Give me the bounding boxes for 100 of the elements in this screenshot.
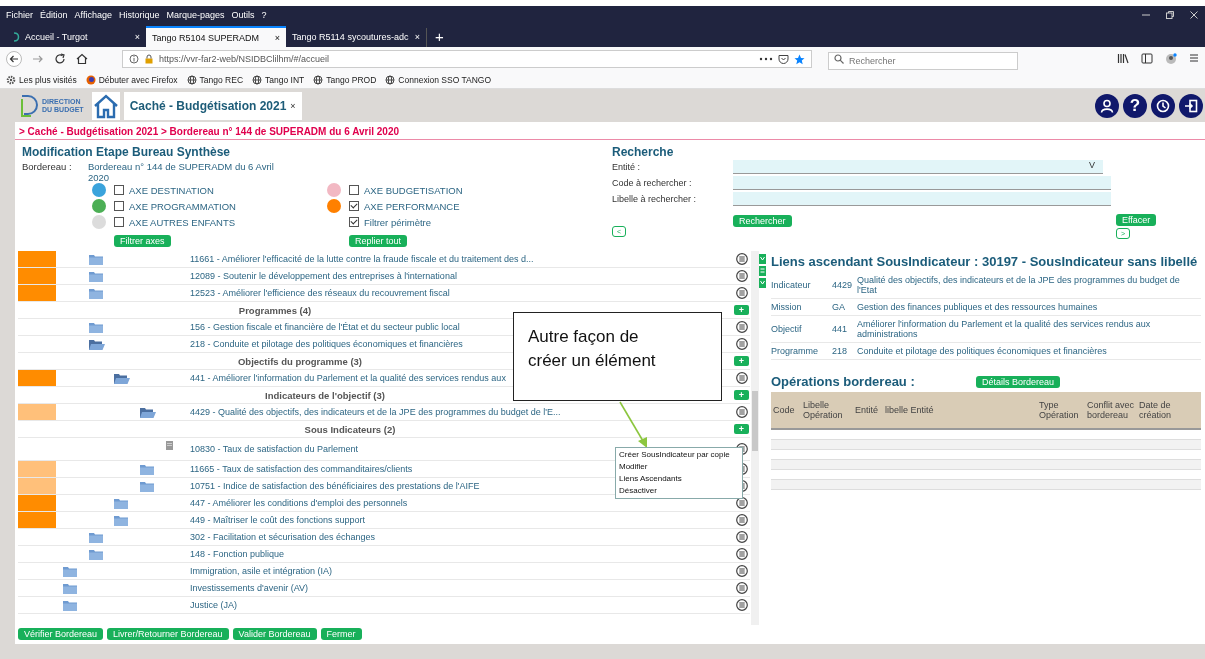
user-button[interactable] <box>1095 93 1119 118</box>
scrollbar[interactable] <box>751 251 759 625</box>
folder-icon[interactable] <box>113 371 131 385</box>
menu-item[interactable]: Historique <box>118 10 160 20</box>
menu-item[interactable]: Créer SousIndicateur par copie <box>619 449 739 461</box>
folder-icon[interactable] <box>138 405 157 419</box>
reload-icon[interactable] <box>54 53 66 65</box>
menu-item[interactable]: Marque-pages <box>166 10 225 20</box>
tree-item[interactable]: 12089 - Soutenir le développement des entreprises à l'international <box>190 271 734 281</box>
browser-tab[interactable]: Tango R5104 SUPERADM × <box>146 26 286 47</box>
menu-icon[interactable] <box>736 338 748 350</box>
folder-icon[interactable] <box>138 479 155 493</box>
menu-icon[interactable] <box>736 599 748 611</box>
table-cell-text: Objectif <box>771 324 803 334</box>
bookmark-link[interactable]: Débuter avec Firefox <box>85 74 178 85</box>
tree-item[interactable]: 12523 - Améliorer l'efficience des réseaux du recouvrement fiscal <box>190 288 734 298</box>
axis-checkbox[interactable]: Filtrer périmètre <box>349 216 432 228</box>
select-field[interactable]: V <box>733 160 1103 174</box>
menu-item[interactable]: Outils <box>231 10 255 20</box>
folder-icon[interactable] <box>87 337 106 351</box>
tab-close[interactable]: × <box>290 100 296 111</box>
close-icon[interactable] <box>1189 10 1199 20</box>
folder-icon[interactable] <box>87 530 104 544</box>
folder-icon[interactable] <box>62 564 78 578</box>
back-icon[interactable] <box>6 51 22 67</box>
menu-icon[interactable] <box>736 406 748 418</box>
tree-item[interactable]: 4429 - Qualité des objectifs, des indicateurs et de la JPE des programmes du budget de l'E... <box>190 407 734 417</box>
folder-icon[interactable] <box>87 286 104 300</box>
sidebar-icon[interactable] <box>1141 53 1153 64</box>
menu-item[interactable]: Fichier <box>6 10 33 20</box>
browser-tab[interactable]: Tango R5114 sycoutures-adc × <box>286 26 426 47</box>
restore-icon[interactable] <box>1165 10 1175 20</box>
search-field[interactable]: Rechercher <box>828 52 1018 70</box>
folder-icon[interactable] <box>87 547 104 561</box>
table-cell-text: 4429 <box>832 280 854 290</box>
bookmark-link[interactable]: Tango REC <box>186 74 243 85</box>
tree-item[interactable]: Investissements d'avenir (AV) <box>190 583 734 593</box>
menu-item[interactable]: Modifier <box>619 461 739 473</box>
forward-icon[interactable] <box>32 53 44 65</box>
menu-icon[interactable] <box>736 565 748 577</box>
folder-icon[interactable] <box>62 598 78 612</box>
menu-icon[interactable] <box>736 582 748 594</box>
panel-toggle-icon[interactable] <box>759 254 766 290</box>
pocket-icon[interactable] <box>778 54 789 64</box>
axis-checkbox[interactable]: AXE AUTRES ENFANTS <box>114 216 236 228</box>
folder-icon[interactable] <box>113 513 129 527</box>
menu-icon[interactable] <box>736 253 748 265</box>
browser-tab[interactable]: Accueil - Turgot × <box>6 26 146 47</box>
url-text: https://vvr-far2-web/NSIDBClilhm/#/accueil <box>159 54 331 64</box>
field-label: Libelle à rechercher : <box>612 194 698 204</box>
tab-close[interactable]: × <box>274 32 280 43</box>
tree-item[interactable]: 302 - Facilitation et sécurisation des échanges <box>190 532 734 542</box>
account-icon[interactable] <box>1165 53 1177 65</box>
history-button[interactable] <box>1151 93 1175 118</box>
bookmark-link[interactable]: Connexion SSO TANGO <box>385 74 492 85</box>
menu-icon[interactable] <box>736 372 748 384</box>
menu-item[interactable]: Désactiver <box>619 485 739 497</box>
folder-icon[interactable] <box>138 462 155 476</box>
axis-checkbox[interactable]: AXE DESTINATION <box>114 184 214 196</box>
tree-item[interactable]: 449 - Maîtriser le coût des fonctions support <box>190 515 734 525</box>
tab-close[interactable]: × <box>134 31 140 42</box>
menu-icon[interactable] <box>736 514 748 526</box>
tree-item[interactable]: Justice (JA) <box>190 600 734 610</box>
menu-item[interactable]: Affichage <box>74 10 112 20</box>
exit-button[interactable] <box>1179 93 1203 118</box>
tree-item[interactable]: 11661 - Améliorer l'efficacité de la lutte contre la fraude fiscale et du traitement des d... <box>190 254 734 264</box>
tree-item[interactable]: 148 - Fonction publique <box>190 549 734 559</box>
address-bar[interactable]: https://vvr-far2-web/NSIDBClilhm/#/accueil <box>122 50 812 68</box>
bookmark-link[interactable]: Tango INT <box>252 74 305 85</box>
home-icon[interactable] <box>76 53 88 65</box>
library-icon[interactable] <box>1117 53 1129 64</box>
menu-icon[interactable] <box>736 321 748 333</box>
app-tab[interactable]: Caché - Budgétisation 2021 × <box>123 91 302 120</box>
tree-item[interactable]: 447 - Améliorer les conditions d'emploi des personnels <box>190 498 734 508</box>
menu-item[interactable]: Édition <box>40 10 68 20</box>
folder-icon[interactable] <box>113 496 129 510</box>
axis-checkbox[interactable]: AXE BUDGETISATION <box>349 184 463 196</box>
help-button[interactable]: ? <box>1123 93 1147 118</box>
tree-item[interactable]: Immigration, asile et intégration (IA) <box>190 566 734 576</box>
menu-icon[interactable] <box>736 287 748 299</box>
menu-icon[interactable] <box>736 548 748 560</box>
folder-icon[interactable] <box>87 252 104 266</box>
folder-icon[interactable] <box>62 581 78 595</box>
text-field[interactable] <box>733 176 1111 190</box>
bookmark-link[interactable]: Les plus visités <box>6 74 77 85</box>
folder-icon[interactable] <box>87 269 104 283</box>
menu-icon[interactable] <box>736 270 748 282</box>
star-icon[interactable] <box>794 53 805 65</box>
text-field[interactable] <box>733 192 1111 206</box>
menu-item[interactable]: ? <box>261 10 267 20</box>
menu-item[interactable]: Liens Ascendants <box>619 473 739 485</box>
menu-icon[interactable] <box>736 531 748 543</box>
table-cell-text: Améliorer l'information du Parlement et la qualité des services rendus aux administrations <box>857 319 1152 339</box>
axis-checkbox[interactable]: AXE PROGRAMMATION <box>114 200 236 212</box>
bookmark-link[interactable]: Tango PROD <box>313 74 377 85</box>
home-icon[interactable] <box>91 91 120 120</box>
axis-checkbox[interactable]: AXE PERFORMANCE <box>349 200 460 212</box>
folder-icon[interactable] <box>87 320 104 334</box>
logo-icon <box>19 93 39 118</box>
tab-close[interactable]: × <box>414 31 420 42</box>
